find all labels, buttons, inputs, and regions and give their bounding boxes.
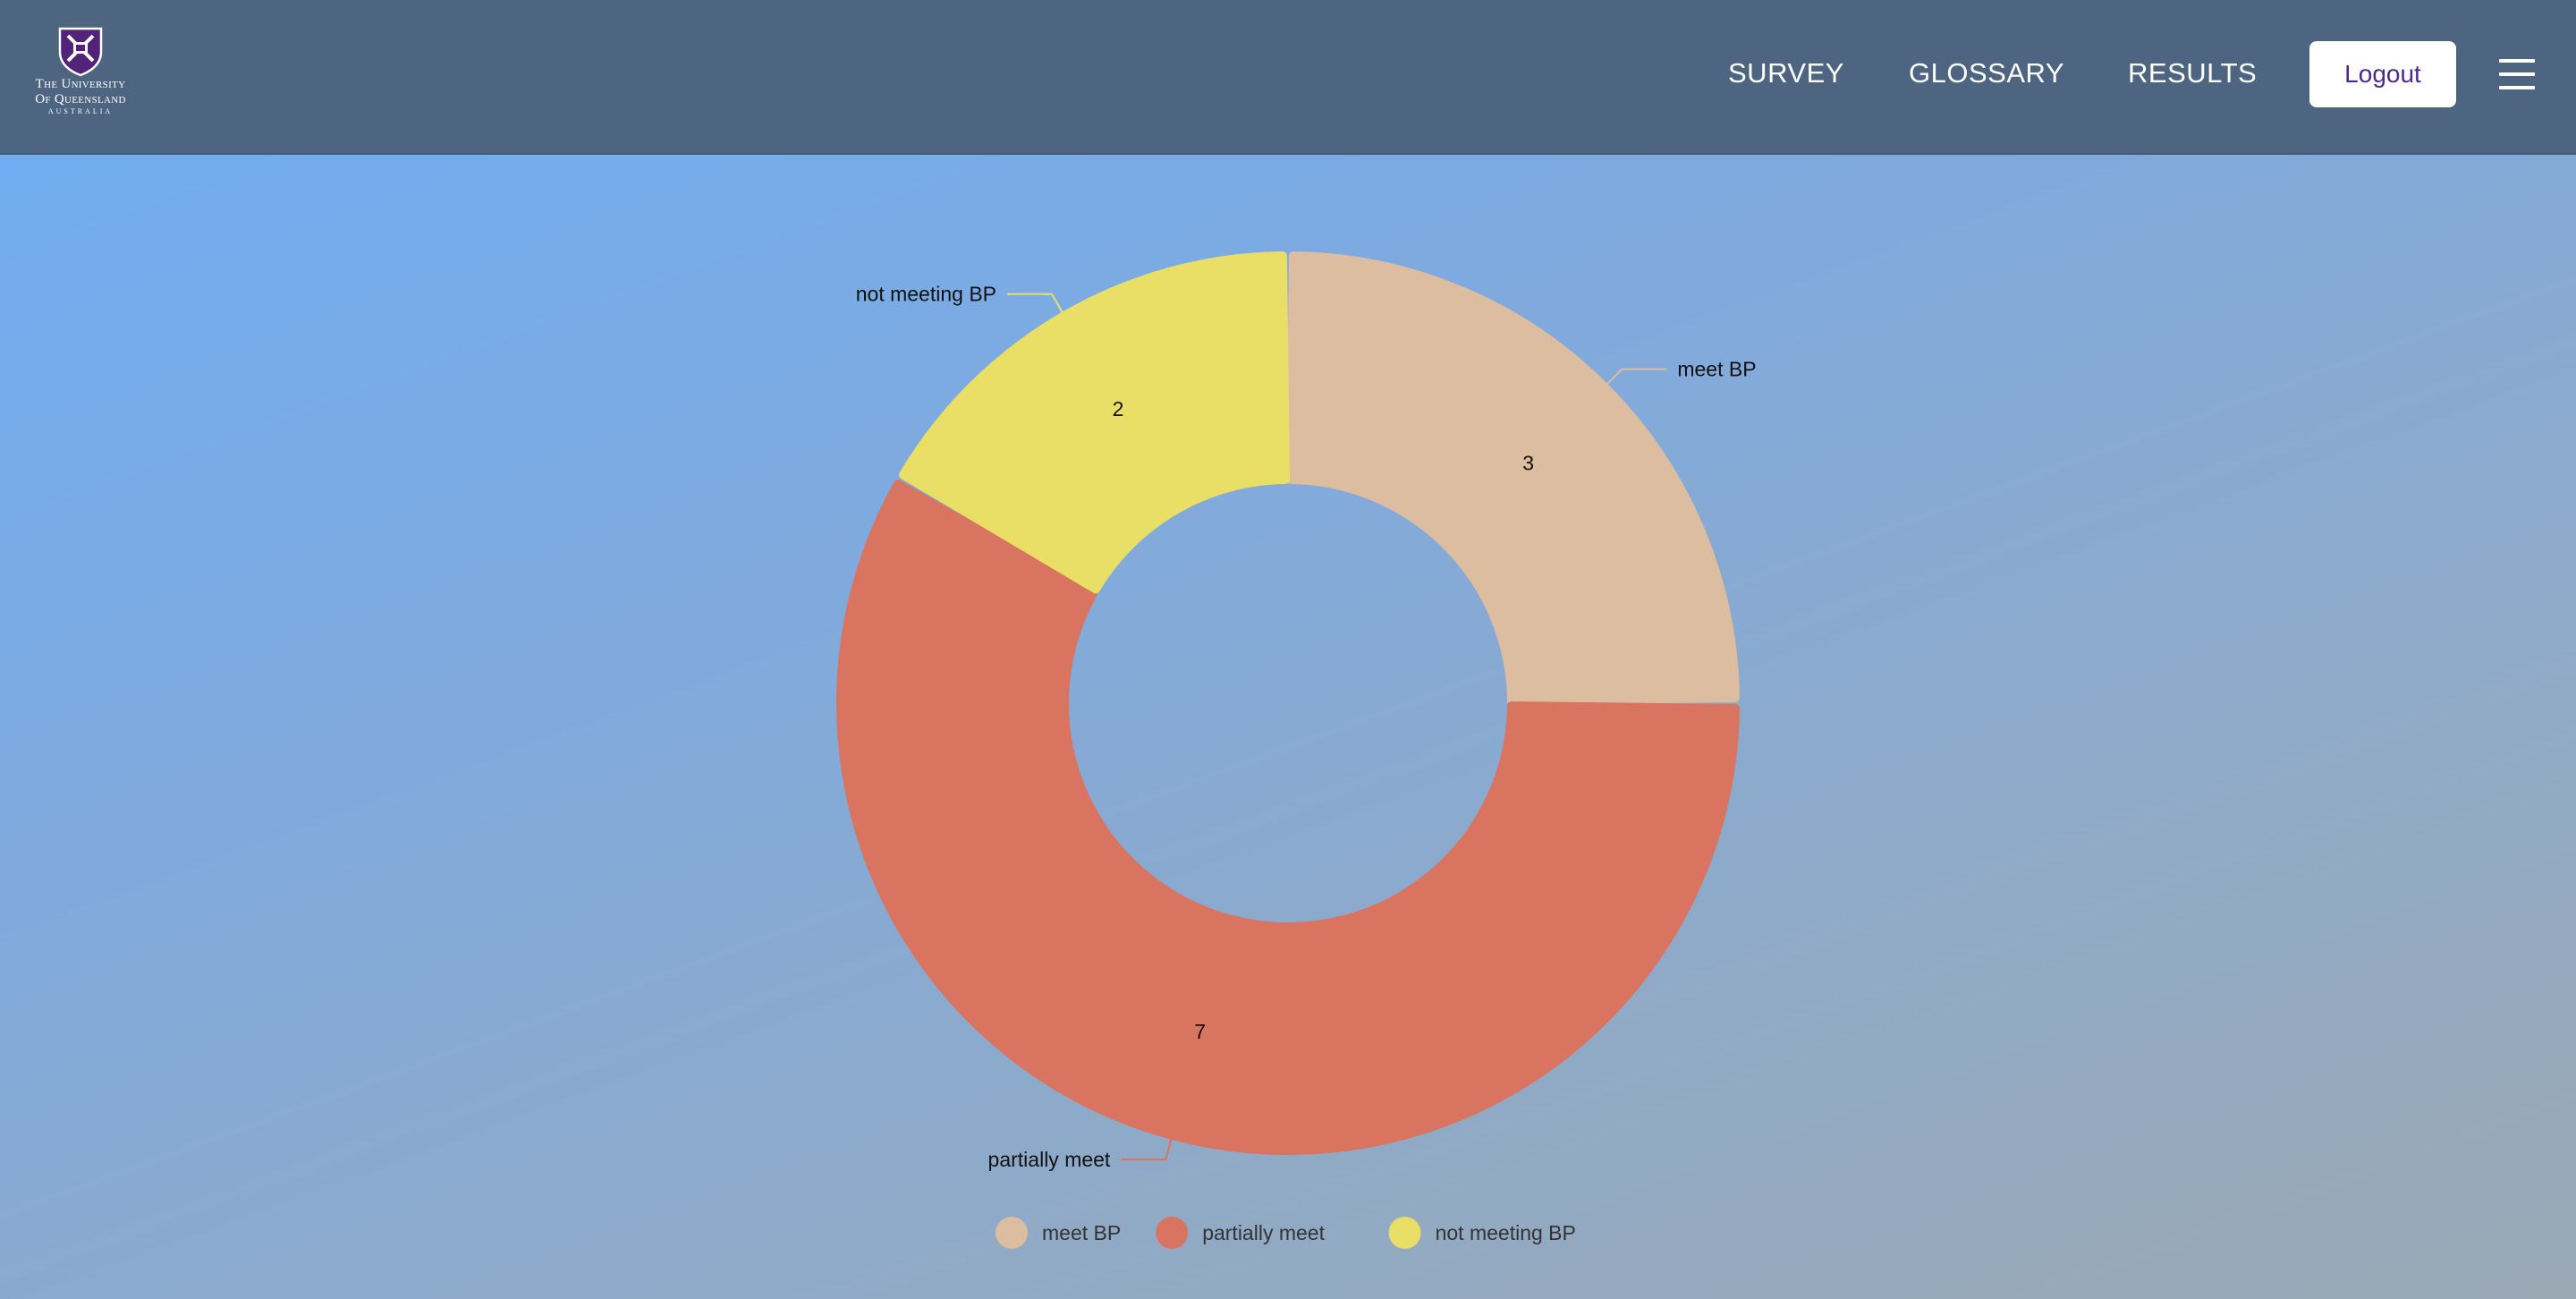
category-label-partially-meet: partially meet	[988, 1148, 1111, 1171]
category-label-not-meeting-bp: not meeting BP	[856, 283, 996, 306]
value-label-not-meeting-bp: 2	[1113, 397, 1124, 420]
leader-line-meet-bp	[1603, 368, 1667, 388]
legend-swatch-meet-bp[interactable]	[996, 1217, 1028, 1249]
leader-line-not-meeting-bp	[1007, 293, 1065, 317]
donut-chart: 3 meet BP 7 partially meet 2 not meeting BP m…	[836, 251, 1757, 1249]
value-label-meet-bp: 3	[1522, 451, 1534, 474]
legend-label-meet-bp[interactable]: meet BP	[1042, 1221, 1121, 1244]
legend-swatch-partially-meet[interactable]	[1156, 1217, 1189, 1249]
legend-label-partially-meet[interactable]: partially meet	[1202, 1221, 1325, 1244]
legend-label-not-meeting-bp[interactable]: not meeting BP	[1436, 1221, 1576, 1244]
category-label-meet-bp: meet BP	[1677, 358, 1756, 381]
leader-line-partially-meet	[1121, 1134, 1174, 1161]
value-label-partially-meet: 7	[1194, 1020, 1206, 1043]
results-page: The University Of Queensland AUSTRALIA S…	[0, 0, 2576, 1299]
legend-swatch-not-meeting-bp[interactable]	[1388, 1217, 1421, 1249]
slice-meet-bp[interactable]	[1286, 251, 1740, 705]
